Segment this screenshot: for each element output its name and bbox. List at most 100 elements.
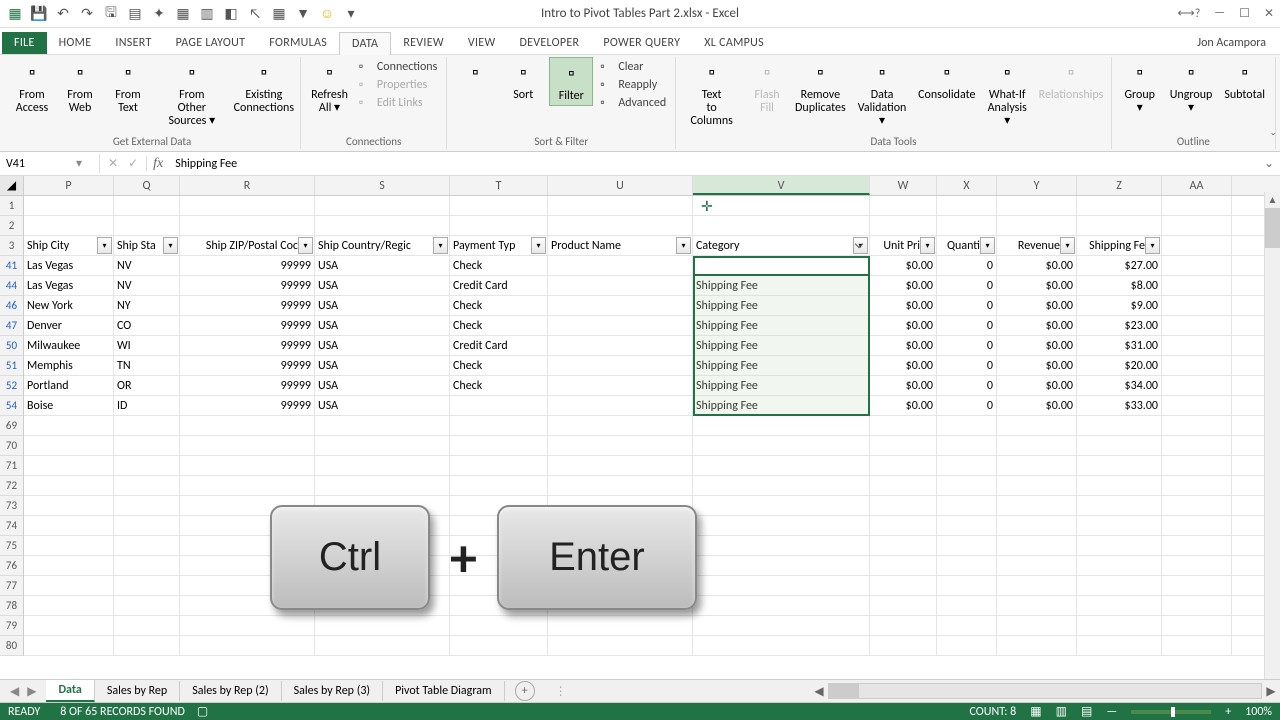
cell[interactable]: 0 (937, 376, 997, 395)
cell[interactable]: 99999 (180, 356, 315, 375)
cell[interactable]: USA (315, 296, 450, 315)
cell[interactable] (1162, 216, 1232, 235)
cell[interactable] (548, 436, 693, 455)
cell[interactable] (693, 416, 870, 435)
cell[interactable]: Boise (24, 396, 114, 415)
cell[interactable] (693, 616, 870, 635)
collapse-ribbon-icon[interactable]: ˇ (1270, 130, 1276, 147)
cell[interactable]: $23.00 (1077, 316, 1162, 335)
cell[interactable] (693, 496, 870, 515)
column-header-T[interactable]: T (450, 176, 548, 195)
cell[interactable] (870, 556, 937, 575)
column-header-Z[interactable]: Z (1077, 176, 1162, 195)
cell[interactable] (24, 456, 114, 475)
cell[interactable] (180, 196, 315, 215)
remove-dups-button[interactable]: ▫RemoveDuplicates (793, 57, 848, 117)
user-name[interactable]: Jon Acampora (1183, 32, 1280, 54)
cell[interactable] (937, 216, 997, 235)
cell[interactable]: 99999 (180, 316, 315, 335)
filter-dropdown-icon[interactable]: ▾ (298, 237, 313, 254)
refresh-all-button[interactable]: ▫RefreshAll ▾ (307, 57, 352, 117)
close-icon[interactable]: ✕ (1264, 6, 1274, 21)
column-header-S[interactable]: S (315, 176, 450, 195)
row-header[interactable]: 75 (0, 536, 23, 556)
column-filter-header[interactable]: Ship City▾ (24, 236, 114, 255)
zoom-out-icon[interactable]: — (1106, 705, 1117, 719)
funnel-icon[interactable]: ▼ (294, 5, 312, 23)
cell[interactable] (870, 536, 937, 555)
cell[interactable] (1162, 316, 1232, 335)
tab-page-layout[interactable]: PAGE LAYOUT (164, 32, 258, 54)
cell[interactable] (1077, 456, 1162, 475)
cell[interactable]: $0.00 (997, 256, 1077, 275)
cell[interactable] (997, 636, 1077, 655)
cell[interactable]: Shipping Fee (693, 396, 870, 415)
cell[interactable] (24, 416, 114, 435)
cell[interactable]: CO (114, 316, 180, 335)
cell[interactable] (24, 616, 114, 635)
cell[interactable] (548, 616, 693, 635)
column-header-AA[interactable]: AA (1162, 176, 1232, 195)
relationships-button[interactable]: ▫Relationships (1037, 57, 1104, 104)
cell[interactable]: $0.00 (997, 376, 1077, 395)
cell[interactable] (548, 316, 693, 335)
sheet-tab[interactable]: Sales by Rep (2) (180, 681, 281, 701)
text-to-cols-button[interactable]: ▫Textto Columns (682, 57, 741, 131)
cell[interactable] (548, 256, 693, 275)
from-other-button[interactable]: ▫FromOther Sources ▾ (154, 57, 230, 131)
smiley-icon[interactable]: ☺ (318, 5, 336, 23)
cell[interactable] (1077, 476, 1162, 495)
cell[interactable] (114, 476, 180, 495)
row-header[interactable]: 71 (0, 456, 23, 476)
properties-button[interactable]: ▫ Properties (356, 77, 440, 93)
cell[interactable] (937, 196, 997, 215)
what-if-button[interactable]: ▫What-IfAnalysis ▾ (981, 57, 1033, 131)
cell[interactable]: Credit Card (450, 276, 548, 295)
filter-dropdown-icon[interactable]: ▾ (676, 237, 691, 254)
cell[interactable] (24, 516, 114, 535)
cell[interactable]: Check (450, 376, 548, 395)
cell[interactable] (997, 436, 1077, 455)
row-header[interactable]: 76 (0, 556, 23, 576)
cell[interactable] (315, 216, 450, 235)
cell[interactable]: $27.00 (1077, 256, 1162, 275)
cell[interactable] (1162, 456, 1232, 475)
name-box[interactable]: ▾ (0, 154, 100, 173)
cell[interactable]: 99999 (180, 276, 315, 295)
cell[interactable] (937, 596, 997, 615)
tab-formulas[interactable]: FORMULAS (257, 32, 339, 54)
cell[interactable]: ID (114, 396, 180, 415)
cell[interactable] (24, 216, 114, 235)
cell[interactable]: Shipping Fee (693, 296, 870, 315)
cell[interactable]: USA (315, 396, 450, 415)
cell[interactable] (114, 436, 180, 455)
row-header[interactable]: 1 (0, 196, 23, 216)
row-header[interactable]: 80 (0, 636, 23, 656)
tab-insert[interactable]: INSERT (103, 32, 163, 54)
existing-conn-button[interactable]: ▫ExistingConnections (234, 57, 295, 117)
sheet-tab[interactable]: Sales by Rep (3) (282, 681, 383, 701)
sheet-tab[interactable]: Data (46, 680, 94, 702)
accept-formula-icon[interactable]: ✓ (128, 156, 138, 171)
cell[interactable]: TN (114, 356, 180, 375)
cell[interactable]: $20.00 (1077, 356, 1162, 375)
row-header[interactable]: 74 (0, 516, 23, 536)
cell[interactable]: 99999 (180, 296, 315, 315)
cell[interactable] (1162, 336, 1232, 355)
save-icon[interactable]: 💾 (30, 5, 48, 23)
cell[interactable]: $9.00 (1077, 296, 1162, 315)
row-header[interactable]: 2 (0, 216, 23, 236)
cell[interactable]: USA (315, 376, 450, 395)
cell[interactable] (997, 196, 1077, 215)
sheet-nav-right-icon[interactable]: ▶ (27, 684, 36, 699)
cell[interactable] (937, 456, 997, 475)
cell[interactable]: Check (450, 256, 548, 275)
cell[interactable] (693, 536, 870, 555)
row-header[interactable]: 79 (0, 616, 23, 636)
cell[interactable]: $0.00 (870, 296, 937, 315)
cell[interactable]: $0.00 (870, 336, 937, 355)
cell[interactable] (548, 216, 693, 235)
cell[interactable] (1077, 196, 1162, 215)
column-header-U[interactable]: U (548, 176, 693, 195)
cell[interactable]: $0.00 (997, 316, 1077, 335)
